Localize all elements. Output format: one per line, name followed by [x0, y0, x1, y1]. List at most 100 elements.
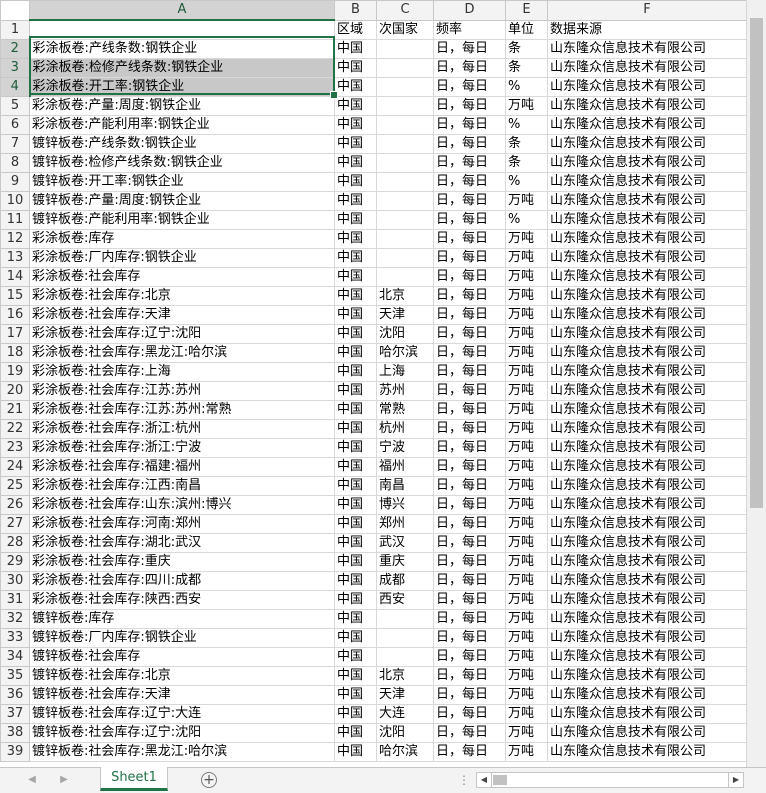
- cell-e[interactable]: 万吨: [505, 285, 548, 306]
- cell-c[interactable]: [376, 95, 434, 116]
- cell-f[interactable]: 山东隆众信息技术有限公司: [547, 627, 747, 648]
- cell-b[interactable]: 中国: [334, 247, 377, 268]
- cell-b[interactable]: 中国: [334, 418, 377, 439]
- cell-a[interactable]: 彩涂板卷:开工率:钢铁企业: [29, 76, 335, 97]
- cell-c[interactable]: 杭州: [376, 418, 434, 439]
- cell-e[interactable]: 条: [505, 133, 548, 154]
- cell-d[interactable]: 日，每日: [433, 703, 506, 724]
- cell-e[interactable]: 万吨: [505, 646, 548, 667]
- row-header[interactable]: 19: [0, 361, 30, 382]
- cell-b[interactable]: 中国: [334, 627, 377, 648]
- vertical-scrollbar[interactable]: [746, 0, 766, 767]
- cell-a[interactable]: 镀锌板卷:产量:周度:钢铁企业: [29, 190, 335, 211]
- tab-split-handle[interactable]: ⋮: [458, 773, 470, 787]
- scroll-left-icon[interactable]: ◀: [477, 773, 492, 787]
- cell-e[interactable]: 万吨: [505, 494, 548, 515]
- row-header[interactable]: 39: [0, 741, 30, 762]
- cell-d[interactable]: 日，每日: [433, 133, 506, 154]
- cell-f[interactable]: 数据来源: [547, 19, 747, 40]
- prev-sheet-icon[interactable]: ◀: [24, 772, 40, 788]
- cell-e[interactable]: 万吨: [505, 475, 548, 496]
- cell-b[interactable]: 中国: [334, 323, 377, 344]
- cell-c[interactable]: 哈尔滨: [376, 342, 434, 363]
- cell-d[interactable]: 日，每日: [433, 646, 506, 667]
- cell-f[interactable]: 山东隆众信息技术有限公司: [547, 722, 747, 743]
- cell-a[interactable]: 彩涂板卷:社会库存:江西:南昌: [29, 475, 335, 496]
- cell-c[interactable]: [376, 247, 434, 268]
- cell-a[interactable]: 彩涂板卷:厂内库存:钢铁企业: [29, 247, 335, 268]
- cell-f[interactable]: 山东隆众信息技术有限公司: [547, 114, 747, 135]
- cell-d[interactable]: 日，每日: [433, 190, 506, 211]
- row-header[interactable]: 7: [0, 133, 30, 154]
- cell-d[interactable]: 日，每日: [433, 95, 506, 116]
- cell-e[interactable]: 万吨: [505, 304, 548, 325]
- cell-e[interactable]: 万吨: [505, 532, 548, 553]
- cell-e[interactable]: %: [505, 114, 548, 135]
- column-header-a[interactable]: A: [29, 0, 335, 21]
- cell-a[interactable]: 镀锌板卷:产线条数:钢铁企业: [29, 133, 335, 154]
- cell-d[interactable]: 日，每日: [433, 57, 506, 78]
- row-header[interactable]: 21: [0, 399, 30, 420]
- cell-a[interactable]: 彩涂板卷:社会库存:上海: [29, 361, 335, 382]
- cell-e[interactable]: 万吨: [505, 703, 548, 724]
- row-header[interactable]: 16: [0, 304, 30, 325]
- cell-c[interactable]: 武汉: [376, 532, 434, 553]
- cell-b[interactable]: 中国: [334, 589, 377, 610]
- cell-d[interactable]: 日，每日: [433, 532, 506, 553]
- cell-a[interactable]: 彩涂板卷:社会库存:福建:福州: [29, 456, 335, 477]
- cell-b[interactable]: 中国: [334, 95, 377, 116]
- cell-b[interactable]: 中国: [334, 133, 377, 154]
- cell-d[interactable]: 频率: [433, 19, 506, 40]
- row-header[interactable]: 23: [0, 437, 30, 458]
- cell-f[interactable]: 山东隆众信息技术有限公司: [547, 475, 747, 496]
- cell-e[interactable]: 万吨: [505, 342, 548, 363]
- cell-a[interactable]: 彩涂板卷:社会库存:陕西:西安: [29, 589, 335, 610]
- cell-c[interactable]: 沈阳: [376, 323, 434, 344]
- cell-b[interactable]: 中国: [334, 570, 377, 591]
- row-header[interactable]: 11: [0, 209, 30, 230]
- cell-a[interactable]: 镀锌板卷:社会库存:黑龙江:哈尔滨: [29, 741, 335, 762]
- cell-f[interactable]: 山东隆众信息技术有限公司: [547, 228, 747, 249]
- cell-e[interactable]: 万吨: [505, 570, 548, 591]
- cell-d[interactable]: 日，每日: [433, 570, 506, 591]
- row-header[interactable]: 14: [0, 266, 30, 287]
- cell-b[interactable]: 中国: [334, 456, 377, 477]
- cell-e[interactable]: 万吨: [505, 323, 548, 344]
- horizontal-scrollbar[interactable]: ◀ ▶: [476, 772, 744, 788]
- row-header[interactable]: 31: [0, 589, 30, 610]
- cell-c[interactable]: [376, 228, 434, 249]
- cell-b[interactable]: 中国: [334, 285, 377, 306]
- cell-a[interactable]: 彩涂板卷:产线条数:钢铁企业: [29, 38, 335, 59]
- cell-a[interactable]: [29, 19, 335, 40]
- row-header[interactable]: 28: [0, 532, 30, 553]
- cell-c[interactable]: [376, 38, 434, 59]
- cell-f[interactable]: 山东隆众信息技术有限公司: [547, 342, 747, 363]
- cell-a[interactable]: 镀锌板卷:社会库存:辽宁:大连: [29, 703, 335, 724]
- cell-e[interactable]: 万吨: [505, 228, 548, 249]
- cell-f[interactable]: 山东隆众信息技术有限公司: [547, 133, 747, 154]
- scroll-right-icon[interactable]: ▶: [728, 773, 743, 787]
- cell-f[interactable]: 山东隆众信息技术有限公司: [547, 608, 747, 629]
- cell-a[interactable]: 彩涂板卷:社会库存: [29, 266, 335, 287]
- cell-e[interactable]: 万吨: [505, 399, 548, 420]
- cell-c[interactable]: [376, 608, 434, 629]
- cell-b[interactable]: 中国: [334, 608, 377, 629]
- column-header-d[interactable]: D: [433, 0, 506, 21]
- cell-f[interactable]: 山东隆众信息技术有限公司: [547, 494, 747, 515]
- column-header-b[interactable]: B: [334, 0, 377, 21]
- cell-a[interactable]: 彩涂板卷:社会库存:江苏:苏州: [29, 380, 335, 401]
- cell-d[interactable]: 日，每日: [433, 342, 506, 363]
- column-header-e[interactable]: E: [505, 0, 548, 21]
- cell-c[interactable]: 沈阳: [376, 722, 434, 743]
- cell-c[interactable]: 苏州: [376, 380, 434, 401]
- cell-a[interactable]: 镀锌板卷:社会库存: [29, 646, 335, 667]
- cell-c[interactable]: 大连: [376, 703, 434, 724]
- cell-f[interactable]: 山东隆众信息技术有限公司: [547, 95, 747, 116]
- cell-f[interactable]: 山东隆众信息技术有限公司: [547, 589, 747, 610]
- cell-d[interactable]: 日，每日: [433, 304, 506, 325]
- cell-c[interactable]: [376, 76, 434, 97]
- row-header[interactable]: 22: [0, 418, 30, 439]
- cell-f[interactable]: 山东隆众信息技术有限公司: [547, 171, 747, 192]
- cell-b[interactable]: 中国: [334, 57, 377, 78]
- row-header[interactable]: 37: [0, 703, 30, 724]
